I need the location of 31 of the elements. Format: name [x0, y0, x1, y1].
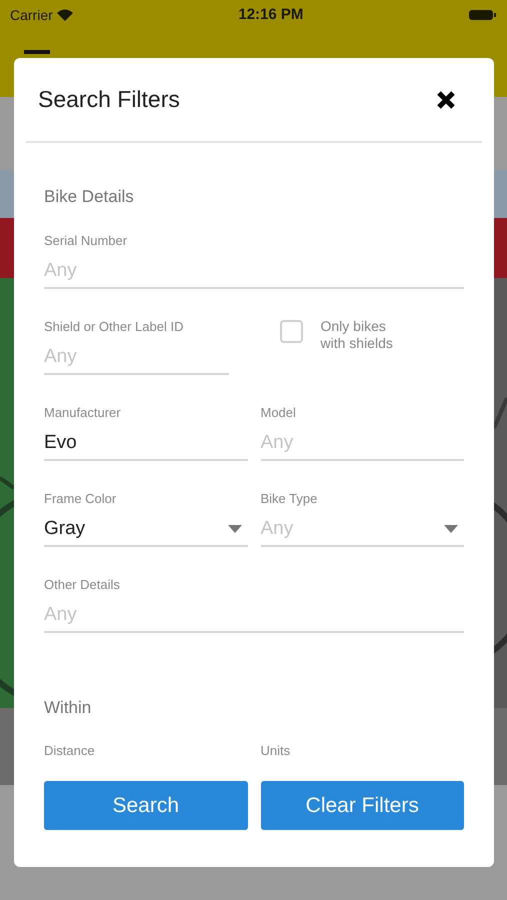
field-label: Serial Number — [44, 232, 128, 250]
dropdown-caret-icon — [444, 525, 458, 533]
field-label: Other Details — [44, 576, 121, 594]
checkbox-label: Only bikes with shields — [320, 318, 394, 352]
dropdown-field[interactable]: Any — [260, 514, 464, 546]
close-icon — [436, 90, 456, 110]
section-title: Within — [44, 696, 92, 718]
input-field[interactable]: Any — [44, 342, 228, 374]
action-button[interactable]: Clear Filters — [260, 781, 464, 830]
field-label: Bike Type — [260, 490, 318, 508]
input-field[interactable]: Any — [44, 256, 464, 288]
wifi-icon — [56, 9, 73, 21]
field-label: Manufacturer — [44, 404, 122, 422]
status-time: 12:16 PM — [238, 4, 304, 25]
field-label: Shield or Other Label ID — [44, 318, 184, 336]
battery-icon — [468, 9, 497, 21]
field-label: Frame Color — [44, 490, 118, 508]
input-field[interactable]: Any — [44, 600, 464, 632]
field-label: Model — [260, 404, 297, 422]
field-label: Units — [260, 742, 292, 760]
dropdown-caret-icon — [228, 525, 242, 533]
carrier-label: Carrier — [10, 6, 53, 24]
dialog-title: Search Filters — [38, 85, 180, 114]
action-button[interactable]: Search — [44, 781, 248, 830]
section-title: Bike Details — [44, 186, 135, 208]
checkbox[interactable] — [280, 320, 302, 342]
input-field[interactable]: Any — [260, 428, 464, 460]
menu-icon[interactable] — [24, 50, 50, 56]
input-field[interactable]: Evo — [44, 428, 248, 460]
dropdown-field[interactable]: Gray — [44, 514, 248, 546]
field-label: Distance — [44, 742, 96, 760]
